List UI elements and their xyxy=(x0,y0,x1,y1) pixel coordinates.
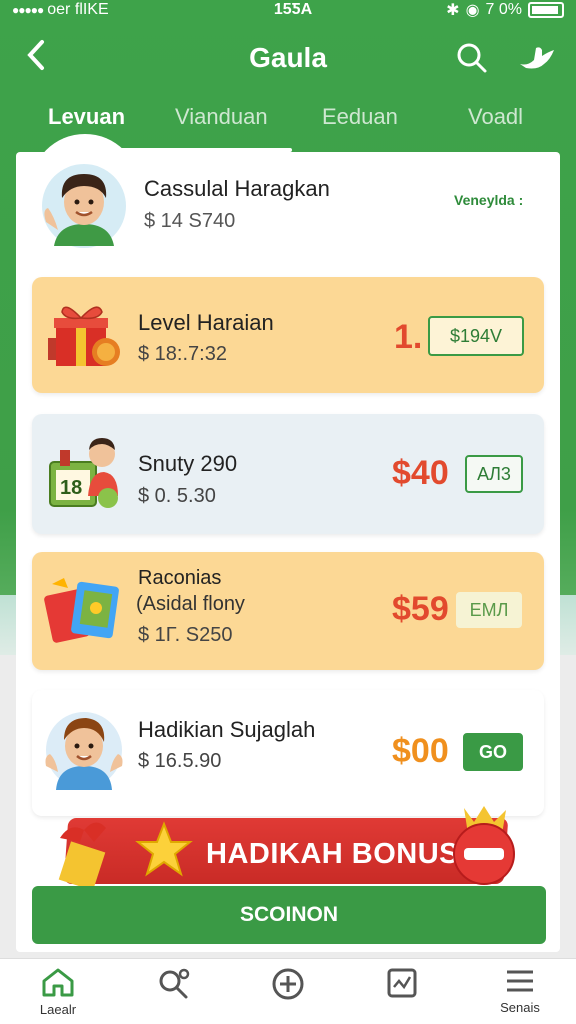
avatar[interactable] xyxy=(40,160,128,250)
reward-button[interactable]: $194V xyxy=(428,316,524,356)
reward-price: $00 xyxy=(392,732,449,770)
menu-icon xyxy=(507,970,533,992)
svg-text:18: 18 xyxy=(60,477,82,499)
app-header: Gaula xyxy=(0,30,576,86)
tab-voadl[interactable]: Voadl xyxy=(468,104,523,130)
verified-badge[interactable]: Veneylda : xyxy=(454,192,523,208)
reward-name: Hadikian Sujaglah xyxy=(138,717,316,742)
avatar xyxy=(45,712,123,790)
reward-amount: $ 1Γ. S250 xyxy=(138,624,233,646)
page-title: Gaula xyxy=(249,42,327,73)
reward-amount: $ 0. 5.30 xyxy=(138,485,216,507)
calendar-icon: 18 xyxy=(49,438,118,508)
nav-item-home[interactable]: Laealr xyxy=(18,967,98,1017)
go-button[interactable]: GO xyxy=(463,733,523,771)
back-button[interactable] xyxy=(24,38,48,81)
bonus-label: HADIKAH BONUS xyxy=(206,838,459,870)
profile-name: Cassulal Haragkan xyxy=(144,176,330,201)
profile-balance: $ 14 S740 xyxy=(144,210,236,232)
signal-icon: ●●●●● xyxy=(12,3,44,17)
search-people-icon xyxy=(159,968,190,999)
bird-icon xyxy=(520,47,554,69)
nav-item-chart[interactable] xyxy=(362,967,442,1004)
plus-circle-icon xyxy=(272,968,304,1000)
reward-amount: $ 18:.7:32 xyxy=(138,343,227,365)
nav-item-add[interactable] xyxy=(248,967,328,1006)
vouchers-icon xyxy=(44,578,119,643)
nav-label: Laealr xyxy=(39,1002,77,1017)
reward-price: 1. xyxy=(394,318,423,356)
share-button[interactable] xyxy=(518,42,558,79)
no-entry-icon xyxy=(453,806,515,885)
nav-item-menu[interactable]: Senais xyxy=(480,967,560,1015)
reward-name: Raconias xyxy=(138,567,222,589)
battery-percent: 7 0% xyxy=(485,1,522,18)
reward-name: Snuty 290 xyxy=(138,451,238,476)
bluetooth-icon: ✱ xyxy=(446,2,460,19)
home-icon xyxy=(42,968,74,997)
submit-button[interactable]: SCOINON xyxy=(32,886,546,944)
reward-price: $40 xyxy=(392,454,449,492)
nav-item-search[interactable] xyxy=(134,967,214,1006)
gift-box-icon xyxy=(48,306,120,366)
carrier-label: oer ﬂIKE xyxy=(47,1,109,18)
chart-icon xyxy=(387,968,417,998)
star-icon xyxy=(135,821,193,877)
bottom-nav: Laealr Senais xyxy=(0,958,576,1024)
nav-label: Senais xyxy=(500,1000,540,1015)
reward-subtitle: (Asidal flony xyxy=(136,593,245,615)
battery-icon xyxy=(528,2,564,18)
tab-eeduan[interactable]: Eeduan xyxy=(322,104,398,130)
reward-amount: $ 16.5.90 xyxy=(138,750,222,772)
tab-vianduan[interactable]: Vianduan xyxy=(175,104,268,130)
reward-price: $59 xyxy=(392,590,449,628)
gift-gold-icon xyxy=(58,822,106,891)
reward-button[interactable]: EMЛ xyxy=(456,592,522,628)
search-icon xyxy=(457,43,487,73)
reward-button[interactable]: AЛ3 xyxy=(465,455,523,493)
status-time: 15ƼA xyxy=(273,1,313,18)
search-button[interactable] xyxy=(456,42,488,79)
status-bar: ●●●●● oer ﬂIKE 15ƼA ✱ ◉ 7 0% xyxy=(0,0,576,20)
lock-rotation-icon: ◉ xyxy=(465,2,480,19)
chevron-left-icon xyxy=(27,40,44,70)
tab-levuan[interactable]: Levuan xyxy=(48,104,125,130)
reward-name: Level Haraian xyxy=(138,310,274,335)
